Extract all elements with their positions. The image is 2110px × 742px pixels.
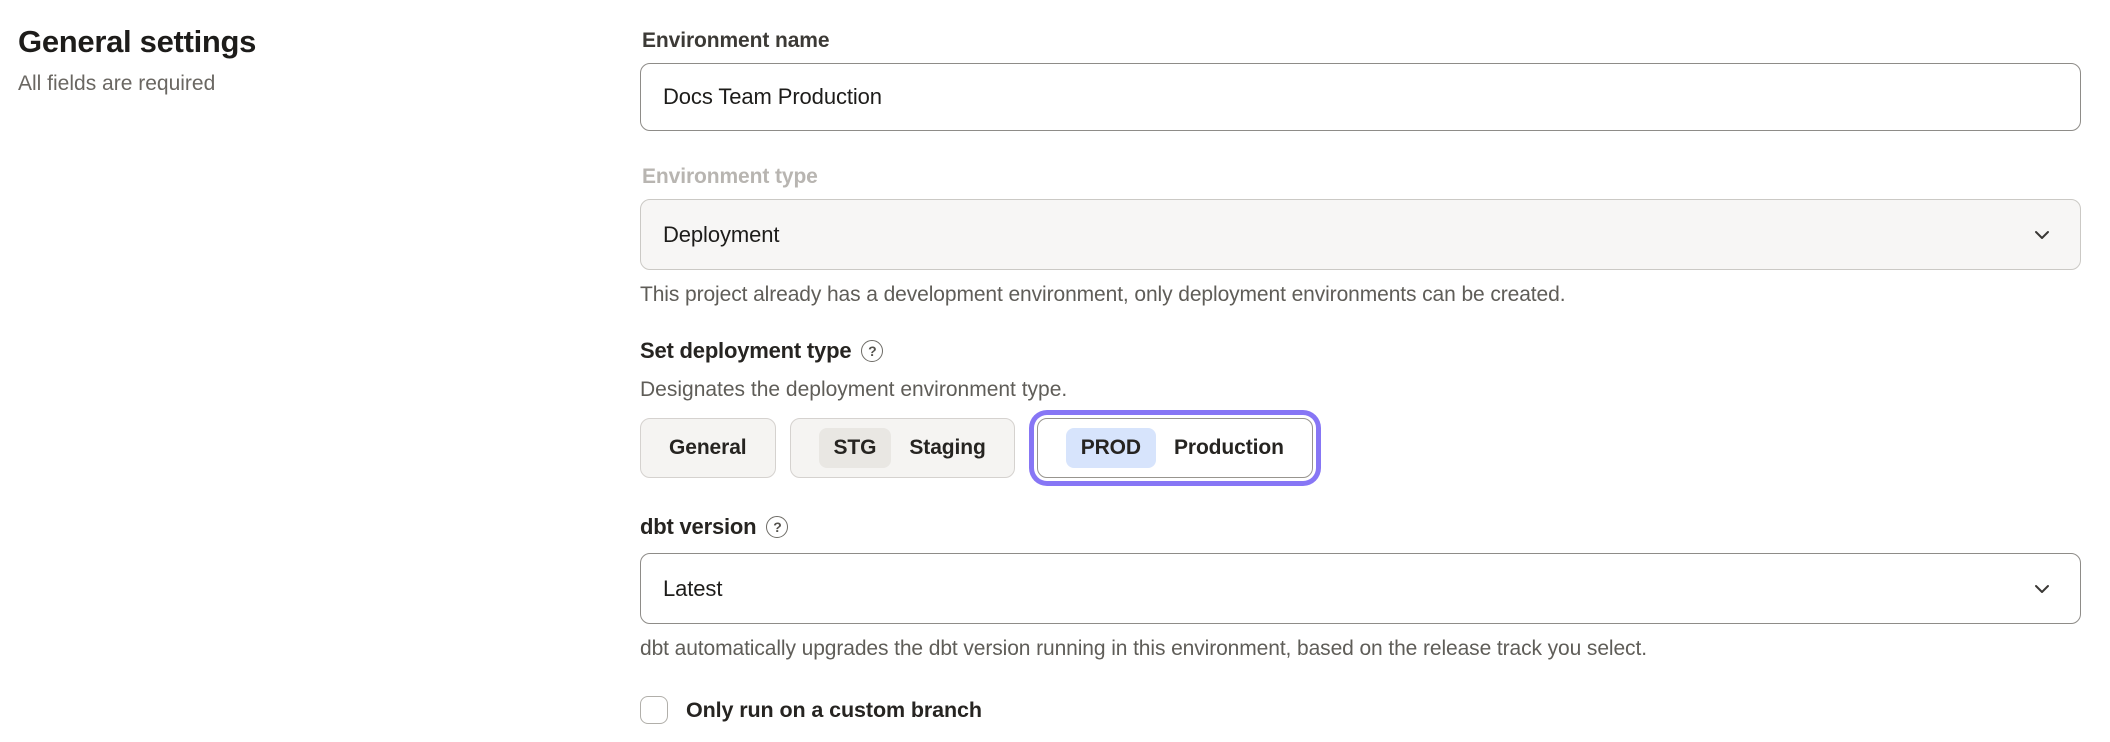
chevron-down-icon bbox=[2032, 579, 2052, 599]
deployment-type-helper: Designates the deployment environment ty… bbox=[640, 378, 2081, 402]
dbt-version-label: dbt version bbox=[640, 515, 756, 539]
page-subtitle: All fields are required bbox=[18, 72, 578, 96]
question-mark-circle-icon[interactable]: ? bbox=[766, 516, 788, 538]
dbt-version-heading: dbt version ? bbox=[640, 515, 2081, 539]
environment-name-input[interactable] bbox=[640, 63, 2081, 131]
dbt-version-helper: dbt automatically upgrades the dbt versi… bbox=[640, 637, 2081, 661]
environment-type-helper: This project already has a development e… bbox=[640, 283, 2081, 307]
deployment-type-options: General STG Staging PROD Production bbox=[640, 418, 2081, 478]
question-mark-circle-icon[interactable]: ? bbox=[861, 340, 883, 362]
general-button-label: General bbox=[669, 436, 747, 460]
environment-type-label: Environment type bbox=[642, 164, 2081, 190]
settings-header: General settings All fields are required bbox=[18, 24, 578, 96]
production-badge: PROD bbox=[1066, 428, 1156, 468]
custom-branch-checkbox[interactable] bbox=[640, 696, 668, 724]
custom-branch-label[interactable]: Only run on a custom branch bbox=[686, 698, 982, 723]
environment-type-value: Deployment bbox=[663, 222, 779, 248]
deployment-type-general-button[interactable]: General bbox=[640, 418, 776, 478]
deployment-type-label: Set deployment type bbox=[640, 339, 851, 363]
environment-name-label: Environment name bbox=[642, 28, 2081, 54]
deployment-type-production-button[interactable]: PROD Production bbox=[1037, 418, 1313, 478]
page-title: General settings bbox=[18, 24, 578, 60]
environment-type-select: Deployment bbox=[640, 199, 2081, 270]
dbt-version-select[interactable]: Latest bbox=[640, 553, 2081, 624]
deployment-type-heading: Set deployment type ? bbox=[640, 339, 2081, 363]
general-settings-form: Environment name Environment type Deploy… bbox=[640, 0, 2081, 724]
dbt-version-value: Latest bbox=[663, 576, 722, 602]
production-button-label: Production bbox=[1174, 436, 1284, 460]
chevron-down-icon bbox=[2032, 225, 2052, 245]
deployment-type-staging-button[interactable]: STG Staging bbox=[790, 418, 1015, 478]
custom-branch-row: Only run on a custom branch bbox=[640, 696, 2081, 724]
staging-badge: STG bbox=[819, 428, 892, 468]
staging-button-label: Staging bbox=[909, 436, 985, 460]
